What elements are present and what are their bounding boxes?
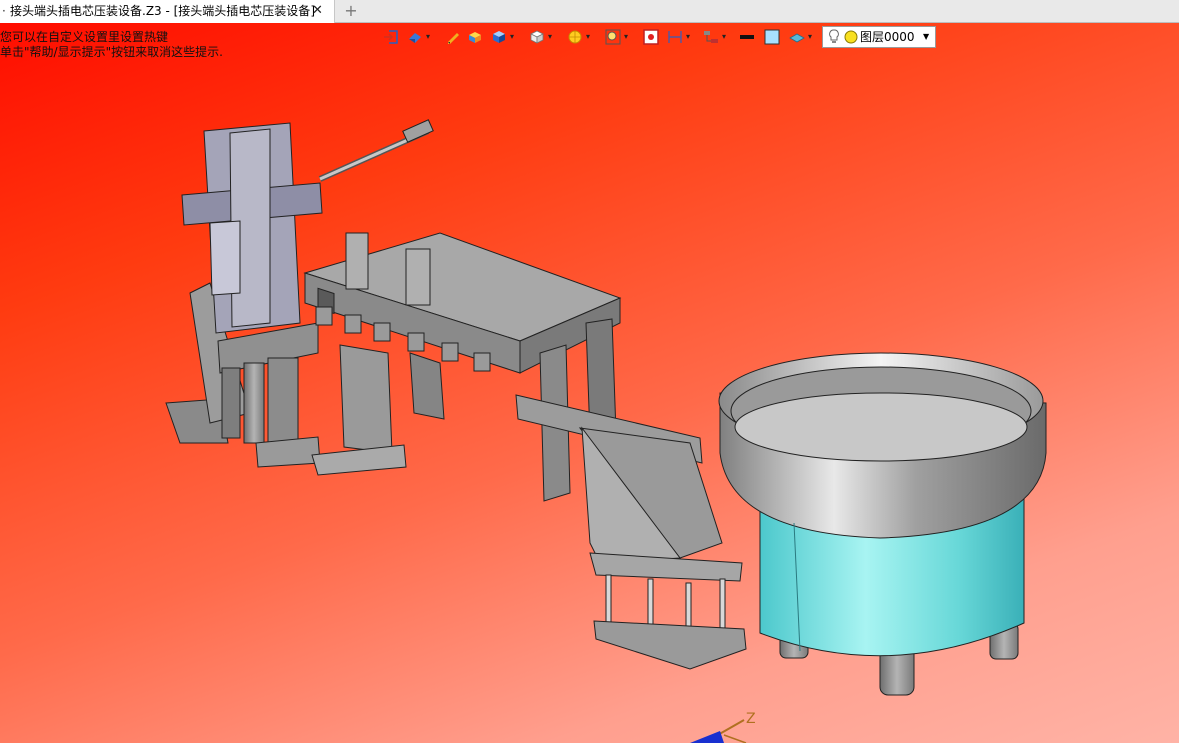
tab-title: 接头端头插电芯压装设备.Z3 - [接头端头插电芯压装设备] <box>10 4 315 18</box>
document-tab[interactable]: · 接头端头插电芯压装设备.Z3 - [接头端头插电芯压装设备] ✕ <box>0 0 335 23</box>
feeder-chute <box>578 426 747 670</box>
tab-bar: · 接头端头插电芯压装设备.Z3 - [接头端头插电芯压装设备] ✕ + <box>0 0 1179 23</box>
tab-marker: · <box>2 4 6 18</box>
viewport[interactable]: 您可以在自定义设置里设置热键 单击"帮助/显示提示"按钮来取消这些提示. ▾ ▾… <box>0 23 1179 743</box>
axis-triad <box>690 719 747 743</box>
close-tab-icon[interactable]: ✕ <box>310 4 325 19</box>
axis-z-label: Z <box>746 711 756 727</box>
vibratory-bowl <box>718 352 1047 696</box>
cad-model[interactable] <box>0 23 1179 743</box>
new-tab-icon[interactable]: + <box>343 1 359 21</box>
